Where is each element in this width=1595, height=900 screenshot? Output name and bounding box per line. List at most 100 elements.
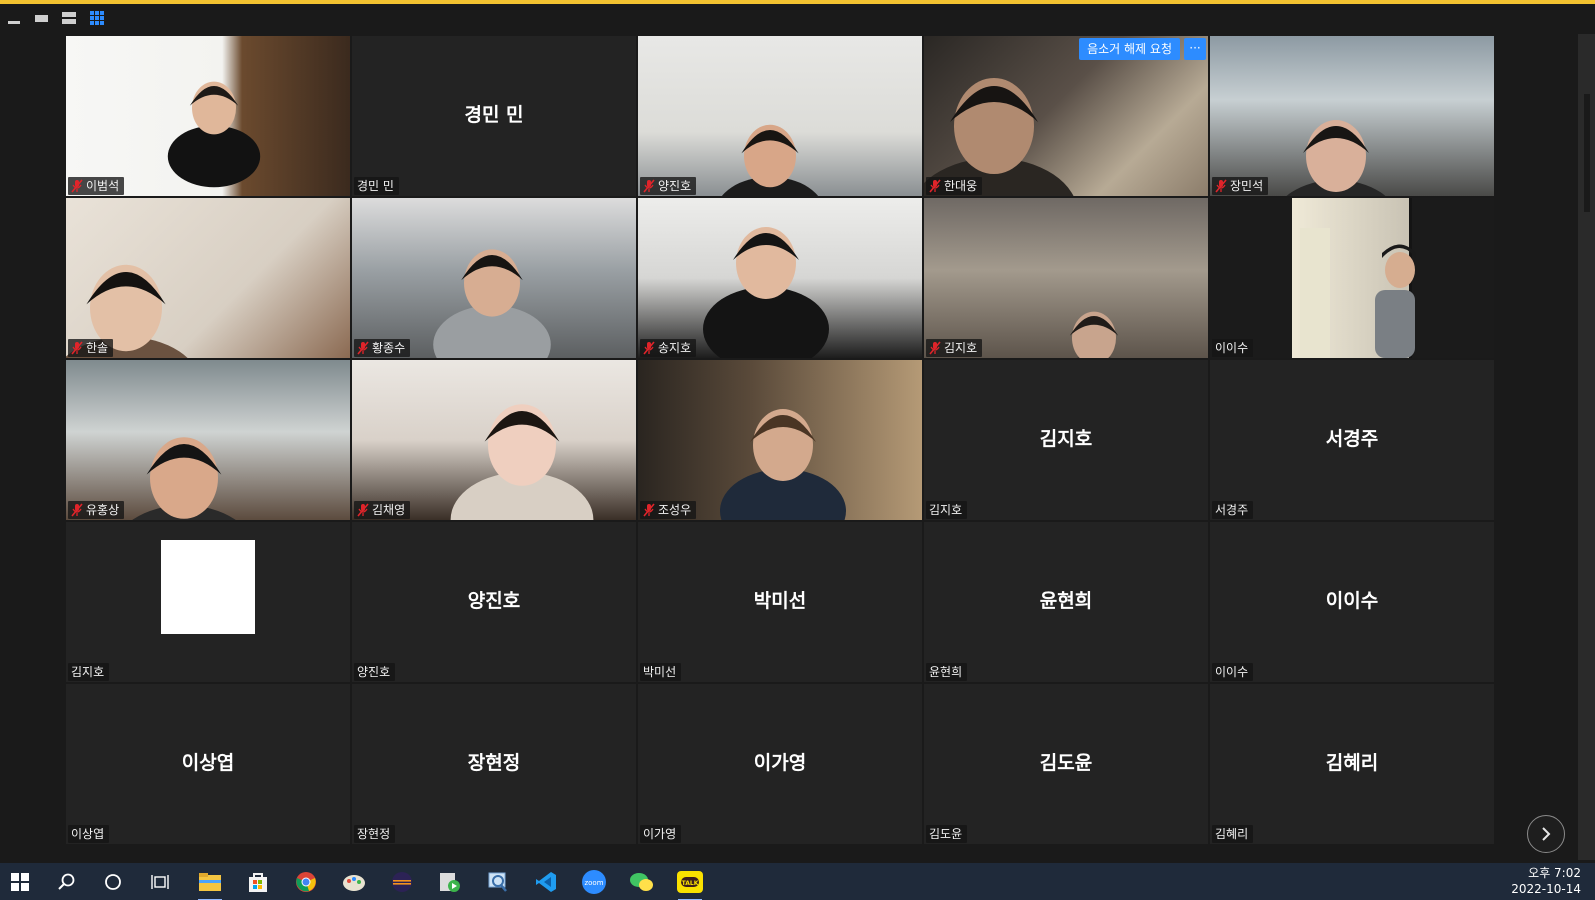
system-clock[interactable]: 오후 7:02 2022-10-14 (1511, 865, 1581, 897)
participant-tile[interactable]: 음소거 해제 요청 ··· 한대웅 (924, 36, 1208, 196)
next-page-button[interactable] (1527, 815, 1565, 853)
window-side-strip (1578, 34, 1595, 860)
participant-name: 서경주 (1215, 503, 1249, 517)
participant-name-label: 이상엽 (68, 825, 110, 843)
participant-display-name: 경민 민 (464, 103, 524, 126)
participant-tile[interactable]: 윤현희 윤현희 (924, 522, 1208, 682)
participant-tile[interactable]: 황종수 (352, 198, 636, 358)
zoom-icon[interactable]: zoom (574, 867, 614, 897)
speaker-view-icon[interactable] (61, 10, 77, 26)
participant-tile[interactable]: 조성우 (638, 360, 922, 520)
participant-tile[interactable]: 장현정 장현정 (352, 684, 636, 844)
participant-tile[interactable]: 이상엽 이상엽 (66, 684, 350, 844)
participant-tile[interactable]: 경민 민 경민 민 (352, 36, 636, 196)
participant-gallery: 이범석 경민 민 경민 민 양진호 음소거 해제 요청 ··· 한대웅 장민석 한솔 황종수 송지호… (66, 36, 1526, 858)
participant-display-name: 이상엽 (181, 751, 235, 774)
participant-name-label: 이이수 (1212, 339, 1254, 357)
muted-mic-icon (643, 179, 655, 193)
participant-name: 장현정 (357, 827, 391, 841)
participant-tile[interactable]: 유홍상 (66, 360, 350, 520)
request-unmute-button[interactable]: 음소거 해제 요청 (1079, 38, 1180, 60)
chevron-right-icon (1542, 827, 1551, 841)
participant-tile[interactable]: 이범석 (66, 36, 350, 196)
participant-name-label: 이범석 (68, 177, 125, 195)
magnifier-icon[interactable] (478, 867, 518, 897)
participant-tile[interactable]: 김지호 김지호 (924, 360, 1208, 520)
participant-name: 이이수 (1215, 665, 1249, 679)
window-accent-bar (0, 0, 1595, 4)
participant-tile[interactable]: 이이수 (1210, 198, 1494, 358)
participant-name-label: 장민석 (1212, 177, 1269, 195)
muted-mic-icon (71, 503, 83, 517)
participant-video (638, 360, 922, 520)
search-icon[interactable] (46, 867, 86, 897)
participant-tile[interactable]: 김지호 (66, 522, 350, 682)
participant-tile[interactable]: 서경주 서경주 (1210, 360, 1494, 520)
participant-tile[interactable]: 김채영 (352, 360, 636, 520)
strip-view-icon[interactable] (33, 10, 49, 26)
participant-tile[interactable]: 이이수 이이수 (1210, 522, 1494, 682)
participant-tile[interactable]: 송지호 (638, 198, 922, 358)
participant-name: 김지호 (944, 341, 978, 355)
microsoft-store-icon[interactable] (238, 867, 278, 897)
participant-name: 이상엽 (71, 827, 105, 841)
muted-mic-icon (929, 179, 941, 193)
cortana-icon[interactable] (93, 867, 133, 897)
vscode-icon[interactable] (526, 867, 566, 897)
participant-name: 유홍상 (86, 503, 120, 517)
wechat-icon[interactable] (622, 867, 662, 897)
chrome-icon[interactable] (286, 867, 326, 897)
participant-tile[interactable]: 박미선 박미선 (638, 522, 922, 682)
participant-tile[interactable]: 양진호 양진호 (352, 522, 636, 682)
participant-name-label: 한대웅 (926, 177, 983, 195)
participant-name: 윤현희 (929, 665, 963, 679)
participant-display-name: 윤현희 (1039, 589, 1093, 612)
zoom-meeting-window: 이범석 경민 민 경민 민 양진호 음소거 해제 요청 ··· 한대웅 장민석 한솔 황종수 송지호… (0, 0, 1595, 900)
participant-name: 송지호 (658, 341, 692, 355)
media-player-icon[interactable] (430, 867, 470, 897)
file-explorer-icon[interactable] (190, 867, 230, 900)
participant-tile[interactable]: 김도윤 김도윤 (924, 684, 1208, 844)
windows-taskbar: zoom TALK 오후 7:02 2022-10-14 (0, 863, 1595, 900)
participant-name-label: 서경주 (1212, 501, 1254, 519)
participant-tile[interactable]: 김지호 (924, 198, 1208, 358)
participant-tile[interactable]: 김혜리 김혜리 (1210, 684, 1494, 844)
participant-name-label: 이이수 (1212, 663, 1254, 681)
task-view-icon[interactable] (140, 867, 180, 897)
participant-video (1210, 198, 1494, 358)
participant-name: 양진호 (357, 665, 391, 679)
participant-name-label: 김도윤 (926, 825, 968, 843)
participant-name-label: 경민 민 (354, 177, 399, 195)
participant-display-name: 서경주 (1325, 427, 1379, 450)
participant-name-label: 김혜리 (1212, 825, 1254, 843)
paint-icon[interactable] (334, 867, 374, 897)
participant-name-label: 장현정 (354, 825, 396, 843)
eclipse-icon[interactable] (382, 867, 422, 897)
participant-name-label: 양진호 (640, 177, 697, 195)
participant-tile[interactable]: 양진호 (638, 36, 922, 196)
clock-date: 2022-10-14 (1511, 882, 1581, 896)
participant-display-name: 이이수 (1325, 589, 1379, 612)
more-options-button[interactable]: ··· (1184, 38, 1206, 60)
participant-name-label: 김지호 (926, 339, 983, 357)
participant-tile[interactable]: 장민석 (1210, 36, 1494, 196)
participant-name: 박미선 (643, 665, 677, 679)
participant-name-label: 한솔 (68, 339, 114, 357)
participant-video (638, 198, 922, 358)
participant-name-label: 이가영 (640, 825, 682, 843)
participant-name: 김혜리 (1215, 827, 1249, 841)
kakaotalk-icon[interactable]: TALK (670, 867, 710, 900)
participant-name: 장민석 (1230, 179, 1264, 193)
participant-name: 한대웅 (944, 179, 978, 193)
participant-display-name: 이가영 (753, 751, 807, 774)
participant-video (638, 36, 922, 196)
participant-tile[interactable]: 이가영 이가영 (638, 684, 922, 844)
participant-tile[interactable]: 한솔 (66, 198, 350, 358)
windows-start-icon[interactable] (0, 867, 40, 897)
participant-name: 양진호 (658, 179, 692, 193)
participant-name: 이가영 (643, 827, 677, 841)
minimize-view-icon[interactable] (6, 10, 22, 26)
participant-display-name: 박미선 (753, 589, 807, 612)
participant-video (66, 36, 350, 196)
gallery-view-icon[interactable] (89, 10, 105, 26)
